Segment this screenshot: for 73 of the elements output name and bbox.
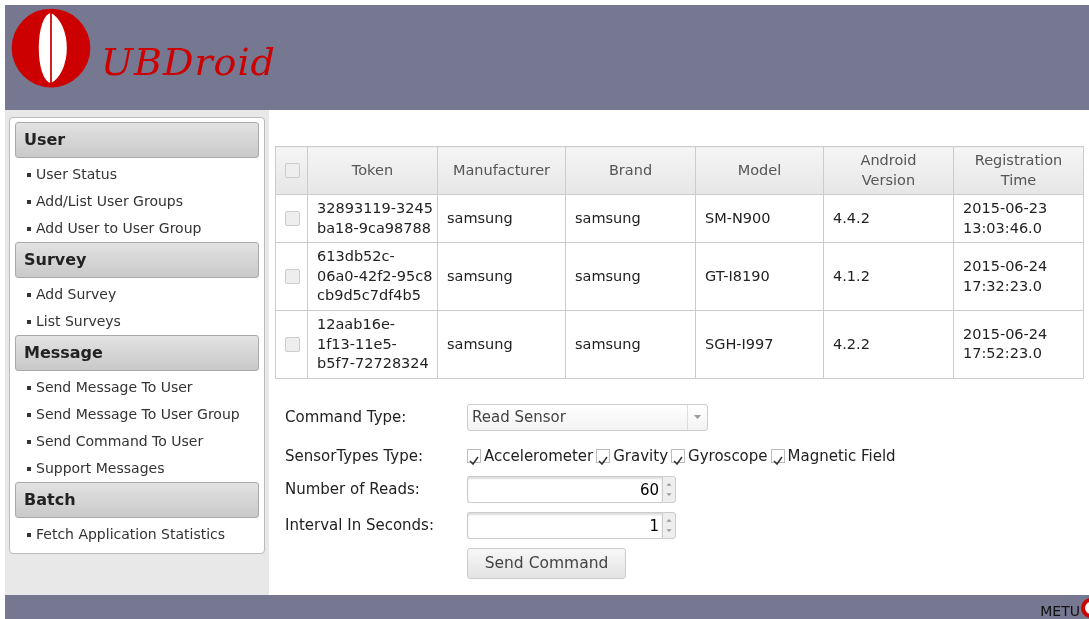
table-cell: GT-I8190 — [695, 242, 824, 311]
column-header[interactable]: Registration Time — [953, 146, 1084, 195]
number-field[interactable]: 60 — [467, 476, 662, 504]
table-cell: samsung — [565, 194, 696, 243]
table-cell: 613db52c- 06a0-42f2-95c8 cb9d5c7df4b5 — [307, 242, 438, 311]
checkbox-label[interactable]: Magnetic Field — [787, 444, 896, 468]
column-header[interactable]: Token — [307, 146, 438, 195]
send-command-button[interactable]: Send Command — [467, 548, 626, 580]
sidebar-link[interactable]: Send Message To User Group — [15, 401, 259, 428]
section-header[interactable]: User — [15, 122, 259, 158]
table-cell: 4.2.2 — [823, 310, 954, 379]
table-cell: SM-N900 — [695, 194, 824, 243]
table-cell: 2015-06-23 13:03:46.0 — [953, 194, 1084, 243]
sidebar-link[interactable]: Add User to User Group — [15, 215, 259, 242]
table-cell: 4.4.2 — [823, 194, 954, 243]
logo-text: UBDroid — [101, 43, 276, 81]
checkbox[interactable] — [467, 448, 481, 463]
column-header[interactable]: Manufacturer — [437, 146, 566, 195]
bullet-icon — [27, 533, 31, 537]
section-header[interactable]: Survey — [15, 242, 259, 278]
field-label: SensorTypes Type: — [285, 445, 424, 467]
logo-icon — [9, 7, 93, 89]
checkbox[interactable] — [671, 448, 686, 463]
number-field[interactable]: 1 — [467, 512, 662, 540]
select-all-checkbox[interactable] — [285, 163, 300, 179]
command-type-select[interactable]: Read Sensor — [467, 403, 708, 431]
bullet-icon — [27, 386, 31, 390]
checkbox[interactable] — [596, 448, 611, 463]
sidebar-link[interactable]: Fetch Application Statistics — [15, 521, 259, 548]
sidebar-link[interactable]: Support Messages — [15, 455, 259, 482]
row-checkbox[interactable] — [285, 211, 300, 227]
table-cell: 4.1.2 — [823, 242, 954, 311]
checkbox-label[interactable]: Gyroscope — [688, 444, 768, 468]
table-cell: samsung — [565, 310, 696, 379]
bullet-icon — [27, 413, 31, 417]
table-cell: 2015-06-24 17:32:23.0 — [953, 242, 1084, 311]
section-header[interactable]: Message — [15, 335, 259, 371]
table-cell: 2015-06-24 17:52:23.0 — [953, 310, 1084, 379]
sidebar-link[interactable]: Add Survey — [15, 281, 259, 308]
field-label: Interval In Seconds: — [285, 515, 435, 537]
sidebar-link[interactable]: Send Command To User — [15, 428, 259, 455]
checkbox[interactable] — [770, 448, 785, 463]
row-checkbox[interactable] — [285, 337, 300, 352]
column-header[interactable]: Android Version — [823, 146, 954, 195]
section-header[interactable]: Batch — [15, 482, 259, 518]
row-checkbox[interactable] — [285, 269, 300, 285]
table-cell: samsung — [437, 310, 566, 379]
table-cell: samsung — [565, 242, 696, 311]
bullet-icon — [27, 293, 31, 297]
sidebar-link[interactable]: Send Message To User — [15, 374, 259, 401]
table-cell: samsung — [437, 242, 566, 311]
table-cell: SGH-I997 — [695, 310, 824, 379]
bullet-icon — [27, 173, 31, 177]
sidebar-link[interactable]: List Surveys — [15, 308, 259, 335]
field-label: Command Type: — [285, 406, 408, 428]
checkbox-label[interactable]: Accelerometer — [484, 444, 594, 468]
bullet-icon — [27, 320, 31, 324]
table-cell: 12aab16e- 1f13-11e5- b5f7-72728324 — [307, 310, 438, 379]
table-cell: samsung — [437, 194, 566, 243]
bullet-icon — [27, 440, 31, 444]
column-header[interactable]: Brand — [565, 146, 696, 195]
bullet-icon — [27, 467, 31, 471]
sidebar-link[interactable]: Add/List User Groups — [15, 188, 259, 215]
logo-icon — [1080, 597, 1089, 619]
table-cell: 32893119-3245 ba18-9ca98788 — [307, 194, 438, 243]
sidebar-link[interactable]: User Status — [15, 161, 259, 188]
checkbox-label[interactable]: Gravity — [613, 444, 669, 468]
bullet-icon — [27, 227, 31, 231]
bullet-icon — [27, 200, 31, 204]
field-label: Number of Reads: — [285, 479, 421, 501]
column-header[interactable]: Model — [695, 146, 824, 195]
dropdown-arrow-icon — [694, 415, 701, 420]
footer-text: METU — [1040, 604, 1080, 618]
